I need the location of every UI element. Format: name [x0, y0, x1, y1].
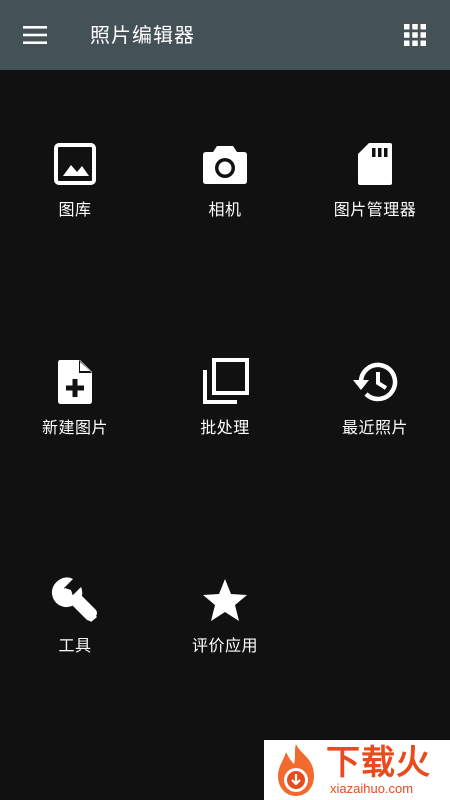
- new-file-icon: [51, 358, 99, 406]
- watermark: 下载火 xiazaihuo.com: [264, 740, 450, 800]
- apps-grid-icon: [404, 24, 426, 46]
- tile-image-manager[interactable]: 图片管理器: [300, 140, 450, 340]
- tile-label: 图库: [58, 200, 92, 219]
- menu-button[interactable]: [14, 14, 56, 56]
- tile-label: 评价应用: [191, 636, 258, 655]
- history-icon: [351, 358, 399, 406]
- tile-label: 批处理: [200, 418, 250, 437]
- batch-layers-icon: [201, 358, 249, 406]
- screen: 照片编辑器 图库 相机 图片管理器 新建图片 批处理 最近照片 工具 评价应用 …: [0, 0, 450, 800]
- apps-grid-button[interactable]: [394, 14, 436, 56]
- tile-camera[interactable]: 相机: [150, 140, 300, 340]
- tile-label: 图片管理器: [333, 200, 417, 219]
- sd-card-icon: [351, 140, 399, 188]
- app-title: 照片编辑器: [90, 23, 195, 47]
- tile-label: 最近照片: [341, 418, 408, 437]
- hamburger-menu-icon: [23, 26, 47, 44]
- flame-logo-icon: [278, 744, 314, 796]
- image-icon: [51, 140, 99, 188]
- tile-batch[interactable]: 批处理: [150, 358, 300, 558]
- tile-label: 新建图片: [41, 418, 108, 437]
- tile-label: 相机: [208, 200, 242, 219]
- watermark-url: xiazaihuo.com: [330, 781, 414, 796]
- camera-icon: [201, 140, 249, 188]
- app-bar: 照片编辑器: [0, 0, 450, 70]
- watermark-text: 下载火: [326, 743, 431, 783]
- tile-tools[interactable]: 工具: [0, 576, 150, 776]
- tile-gallery[interactable]: 图库: [0, 140, 150, 340]
- tile-recent-photos[interactable]: 最近照片: [300, 358, 450, 558]
- star-icon: [201, 576, 249, 624]
- tile-label: 工具: [58, 636, 92, 655]
- wrench-icon: [51, 576, 99, 624]
- tile-new-image[interactable]: 新建图片: [0, 358, 150, 558]
